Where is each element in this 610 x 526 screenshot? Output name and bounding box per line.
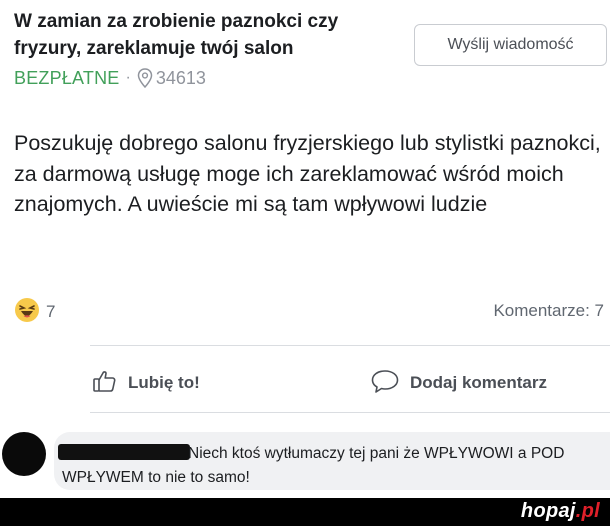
divider-bottom: [90, 412, 610, 413]
listing-body: Poszukuję dobrego salonu fryzjerskiego l…: [14, 131, 601, 216]
price-label: BEZPŁATNE: [14, 67, 120, 88]
site-logo-tld: .pl: [575, 500, 600, 522]
thumbs-up-icon: [92, 368, 128, 399]
site-logo-name: hopaj: [520, 500, 576, 522]
location-pin-icon: [137, 68, 153, 89]
comment-item: Niech ktoś wytłumaczy tej pani że WPŁYWO…: [0, 422, 610, 492]
like-button[interactable]: Lubię to!: [92, 368, 200, 398]
send-message-button[interactable]: Wyślij wiadomość: [414, 24, 607, 66]
listing-title: W zamian za zrobienie paznokci czy fryzu…: [14, 11, 339, 59]
add-comment-button[interactable]: Dodaj komentarz: [370, 368, 547, 398]
comments-count-link[interactable]: Komentarze: 7: [493, 301, 604, 321]
location-code: 34613: [155, 67, 206, 88]
divider-top: [90, 345, 610, 346]
reaction-count: 7: [46, 302, 56, 321]
avatar[interactable]: [2, 432, 46, 476]
meta-separator: ·: [125, 69, 131, 86]
reactions-summary[interactable]: 7: [14, 297, 56, 328]
comment-label: Dodaj komentarz: [410, 373, 547, 392]
laugh-reaction-icon: [14, 297, 46, 328]
comment-bubble-icon: [370, 368, 410, 399]
watermark-bar: hopaj.pl: [0, 498, 610, 526]
site-logo: hopaj.pl: [521, 500, 600, 523]
comment-text: Niech ktoś wytłumaczy tej pani że WPŁYWO…: [62, 445, 565, 486]
listing-meta: BEZPŁATNE · 34613: [14, 66, 206, 90]
like-label: Lubię to!: [128, 373, 200, 392]
